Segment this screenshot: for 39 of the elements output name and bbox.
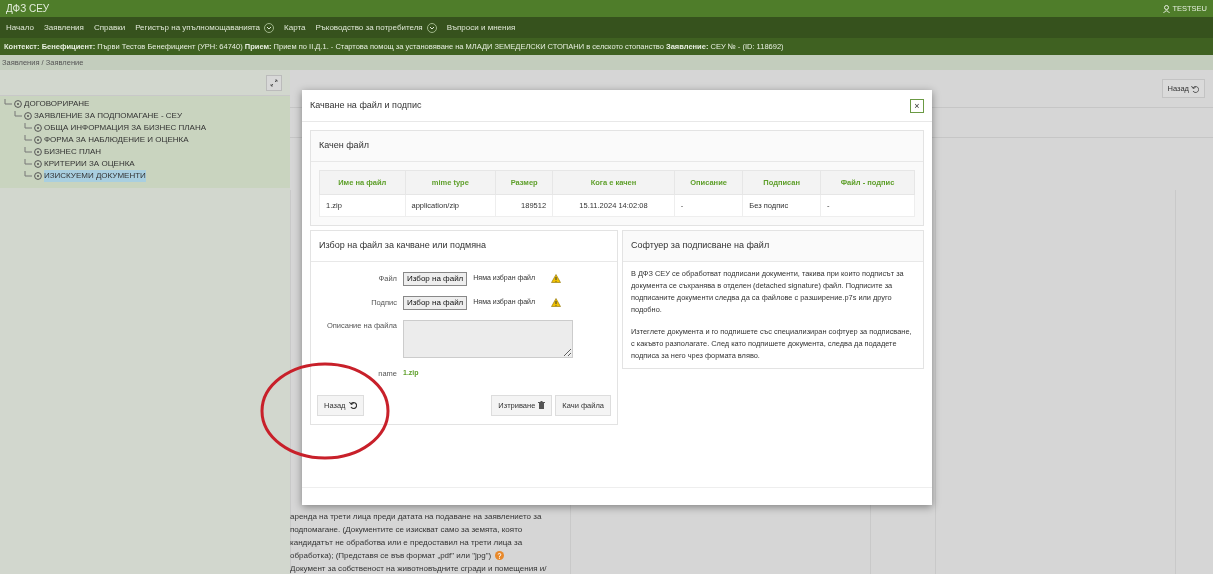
nav-link[interactable]: Начало	[6, 21, 34, 34]
document-text: Документ за собственост на животновъдните сгради и помещения и/	[290, 564, 547, 573]
document-text: кандидатът не обработва или е предоставил на трети лица за	[290, 538, 523, 547]
warning-icon	[551, 274, 562, 283]
warning-icon	[551, 298, 562, 307]
close-button[interactable]: ×	[910, 98, 924, 113]
undo-icon	[348, 401, 357, 410]
description-field[interactable]	[403, 319, 573, 358]
modal-title: Качване на файл и подпис	[310, 98, 422, 112]
nav-link[interactable]: Регистър на упълномощаванията	[135, 21, 275, 34]
tree-item[interactable]: ФОРМА ЗА НАБЛЮДЕНИЕ И ОЦЕНКА	[44, 134, 189, 146]
tree-item[interactable]: ЗАЯВЛЕНИЕ ЗА ПОДПОМАГАНЕ - СЕУ	[34, 110, 182, 122]
document-text: подпомагане. (Документите се изискват само за земята, която	[290, 525, 523, 534]
undo-icon	[1191, 84, 1199, 93]
tree-item[interactable]: БИЗНЕС ПЛАН	[44, 146, 102, 158]
help-icon	[495, 551, 505, 561]
tree-item[interactable]: ИЗИСКУЕМИ ДОКУМЕНТИ	[44, 170, 146, 182]
panel-title: Софтуер за подписване на файл	[623, 231, 923, 262]
expand-button[interactable]	[266, 74, 282, 91]
panel-title: Качен файл	[311, 131, 923, 162]
document-text: обработка); (Представя се във формат „pdf" или "jpg")	[290, 551, 492, 560]
nav-link[interactable]: Въпроси и мнения	[446, 21, 516, 34]
nav-link[interactable]: Ръководство за потребителя	[315, 21, 437, 34]
file-chooser-button[interactable]: Избор на файл	[403, 295, 468, 310]
nav-link[interactable]: Карта	[284, 21, 306, 34]
nav-link[interactable]: Справки	[93, 21, 126, 34]
chevron-down-icon	[264, 22, 275, 33]
nav-link[interactable]: Заявления	[43, 21, 84, 34]
document-text: аренда на трети лица преди датата на подаване на заявлението за	[290, 512, 542, 521]
chevron-down-icon	[426, 22, 437, 33]
trash-icon	[538, 401, 546, 410]
brand-title: ДФЗ СЕУ	[6, 2, 50, 16]
expand-icon	[270, 78, 278, 87]
file-chooser-button[interactable]: Избор на файл	[403, 271, 468, 286]
tree-item[interactable]: КРИТЕРИИ ЗА ОЦЕНКА	[44, 158, 135, 170]
user-icon	[1163, 4, 1171, 13]
tree-item[interactable]: ДОГОВОРИРАНЕ	[24, 98, 90, 110]
tree-item[interactable]: ОБЩА ИНФОРМАЦИЯ ЗА БИЗНЕС ПЛАНА	[44, 122, 207, 134]
panel-title: Избор на файл за качване или подмяна	[311, 231, 617, 262]
